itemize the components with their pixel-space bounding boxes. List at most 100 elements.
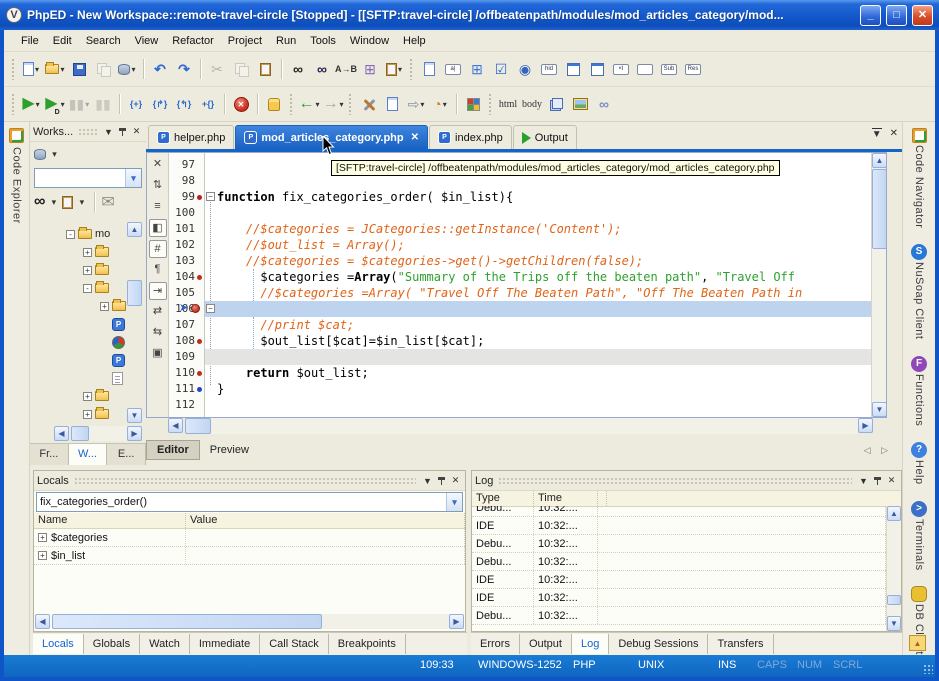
tree-item[interactable]: P — [100, 352, 125, 368]
new-file-button[interactable]: ▾ — [19, 57, 43, 81]
find-next-button[interactable]: ∞ — [310, 57, 334, 81]
form-hidden-button[interactable]: hid — [537, 57, 561, 81]
open-file-button[interactable]: ▾ — [43, 57, 67, 81]
find-frame-button[interactable]: ⊞ — [358, 57, 382, 81]
close-icon[interactable]: ✕ — [449, 475, 462, 486]
dock-tab-terminals[interactable]: >Terminals — [911, 501, 927, 573]
workspace-tab-w[interactable]: W... — [69, 444, 108, 465]
new-html-button[interactable] — [417, 57, 441, 81]
tab-debug-sessions[interactable]: Debug Sessions — [609, 634, 708, 654]
log-row[interactable]: Debu...10:32:... — [472, 607, 886, 625]
image-button[interactable] — [568, 92, 592, 116]
column-header-time[interactable]: Time — [534, 491, 598, 506]
pin-icon[interactable] — [437, 476, 446, 485]
workspace-tab-e[interactable]: E... — [107, 444, 146, 465]
menu-search[interactable]: Search — [79, 32, 128, 50]
screen-icon[interactable]: ▣ — [149, 345, 167, 363]
locals-horizontal-scrollbar[interactable]: ◀ ▶ — [35, 614, 464, 629]
expand-icon[interactable]: + — [83, 248, 92, 257]
undo-button[interactable]: ↶ — [148, 57, 172, 81]
body-tag-button[interactable]: body — [520, 92, 544, 116]
panel-menu-icon[interactable]: ▼ — [857, 476, 870, 486]
publish-button[interactable]: ▾ — [115, 57, 139, 81]
expand-icon[interactable]: + — [100, 302, 109, 311]
wrap-toggle-icon[interactable]: ⇥ — [149, 282, 167, 300]
chevron-down-icon[interactable]: ▾ — [443, 100, 447, 109]
tree-item[interactable]: + — [100, 298, 126, 314]
paste-button[interactable] — [253, 57, 277, 81]
tree-item[interactable]: + — [83, 244, 109, 260]
chevron-down-icon[interactable]: ▾ — [61, 100, 65, 109]
scope-combo[interactable]: fix_categories_order() ▾ — [36, 492, 463, 512]
tree-item[interactable]: + — [83, 406, 109, 422]
close-tab-icon[interactable]: ✕ — [411, 132, 419, 143]
menu-file[interactable]: File — [14, 32, 46, 50]
log-row[interactable]: IDE10:32:... — [472, 571, 886, 589]
panel-menu-icon[interactable]: ▼ — [102, 127, 115, 137]
form-listbox-button[interactable] — [585, 57, 609, 81]
run-debug-button[interactable]: ▶D▾ — [43, 92, 67, 116]
goto-icon[interactable]: ≡ — [149, 198, 167, 216]
log-column-headers[interactable]: TypeTime — [472, 491, 901, 507]
highlight-button[interactable]: ◔▾ — [428, 92, 452, 116]
pin-icon[interactable] — [118, 127, 127, 136]
indent-icon[interactable]: ⇄ — [149, 303, 167, 321]
menu-refactor[interactable]: Refactor — [165, 32, 221, 50]
fold-collapse-icon[interactable]: − — [206, 192, 215, 201]
variable-row[interactable]: +$categories — [34, 529, 465, 547]
expand-icon[interactable]: + — [83, 410, 92, 419]
tab-code-explorer[interactable]: Code Explorer — [11, 147, 23, 224]
menu-project[interactable]: Project — [221, 32, 269, 50]
dock-restore-icon[interactable]: ▲ — [909, 635, 926, 651]
chevron-down-icon[interactable]: ▾ — [35, 65, 39, 74]
chevron-down-icon[interactable]: ▾ — [398, 65, 402, 74]
settings-button[interactable] — [356, 92, 380, 116]
chevron-down-icon[interactable]: ▾ — [85, 100, 89, 109]
form-radio-button[interactable]: ◉ — [513, 57, 537, 81]
save-button[interactable] — [67, 57, 91, 81]
menu-view[interactable]: View — [128, 32, 166, 50]
tab-log[interactable]: Log — [572, 634, 609, 654]
chevron-down-icon[interactable]: ▾ — [420, 100, 424, 109]
palette-button[interactable] — [461, 92, 485, 116]
chevron-down-icon[interactable]: ▾ — [125, 169, 141, 187]
tab-globals[interactable]: Globals — [84, 634, 140, 654]
tab-breakpoints[interactable]: Breakpoints — [329, 634, 406, 654]
menu-run[interactable]: Run — [269, 32, 303, 50]
clipboard-icon[interactable] — [62, 196, 73, 209]
collapse-icon[interactable]: - — [83, 284, 92, 293]
run-button[interactable]: ▶▾ — [19, 92, 43, 116]
tree-item[interactable]: P — [100, 316, 125, 332]
expand-icon[interactable]: + — [83, 392, 92, 401]
fold-collapse-icon[interactable]: − — [206, 304, 215, 313]
panel-menu-icon[interactable]: ▼ — [421, 476, 434, 486]
link-button[interactable]: ∞ — [592, 92, 616, 116]
workspace-tab-fr[interactable]: Fr... — [30, 444, 69, 465]
maximize-button[interactable]: □ — [886, 5, 907, 26]
view-tab-editor[interactable]: Editor — [146, 440, 200, 460]
tree-item[interactable]: - — [83, 280, 109, 296]
stop-button[interactable]: ✕ — [229, 92, 253, 116]
close-icon[interactable]: ✕ — [149, 156, 167, 174]
line-numbers-icon[interactable]: # — [149, 240, 167, 258]
expand-icon[interactable]: + — [38, 551, 47, 560]
form-button-button[interactable] — [633, 57, 657, 81]
tree-item[interactable] — [100, 370, 123, 386]
fold-column[interactable]: −− — [205, 153, 217, 417]
form-password-button[interactable]: ×I — [609, 57, 633, 81]
log-row[interactable]: Debu...10:32:... — [472, 553, 886, 571]
menu-window[interactable]: Window — [343, 32, 396, 50]
column-header-type[interactable]: Type — [472, 491, 534, 506]
form-input-button[interactable]: a| — [441, 57, 465, 81]
tab-locals[interactable]: Locals — [33, 634, 84, 654]
dock-tab-nusoap-client[interactable]: SNuSoap Client — [911, 244, 927, 341]
step-over-button[interactable]: {↱} — [148, 92, 172, 116]
clipboard-history-button[interactable]: ▾ — [382, 57, 406, 81]
tab-immediate[interactable]: Immediate — [190, 634, 260, 654]
tab-call-stack[interactable]: Call Stack — [260, 634, 329, 654]
code-editor[interactable]: ✕⇅≡◧#¶⇥⇄⇆▣ 979899100101102103104105106➤1… — [146, 152, 887, 418]
unindent-icon[interactable]: ⇆ — [149, 324, 167, 342]
menu-help[interactable]: Help — [396, 32, 433, 50]
tree-horizontal-scrollbar[interactable]: ◀ ▶ — [54, 426, 142, 441]
log-row[interactable]: IDE10:32:... — [472, 589, 886, 607]
